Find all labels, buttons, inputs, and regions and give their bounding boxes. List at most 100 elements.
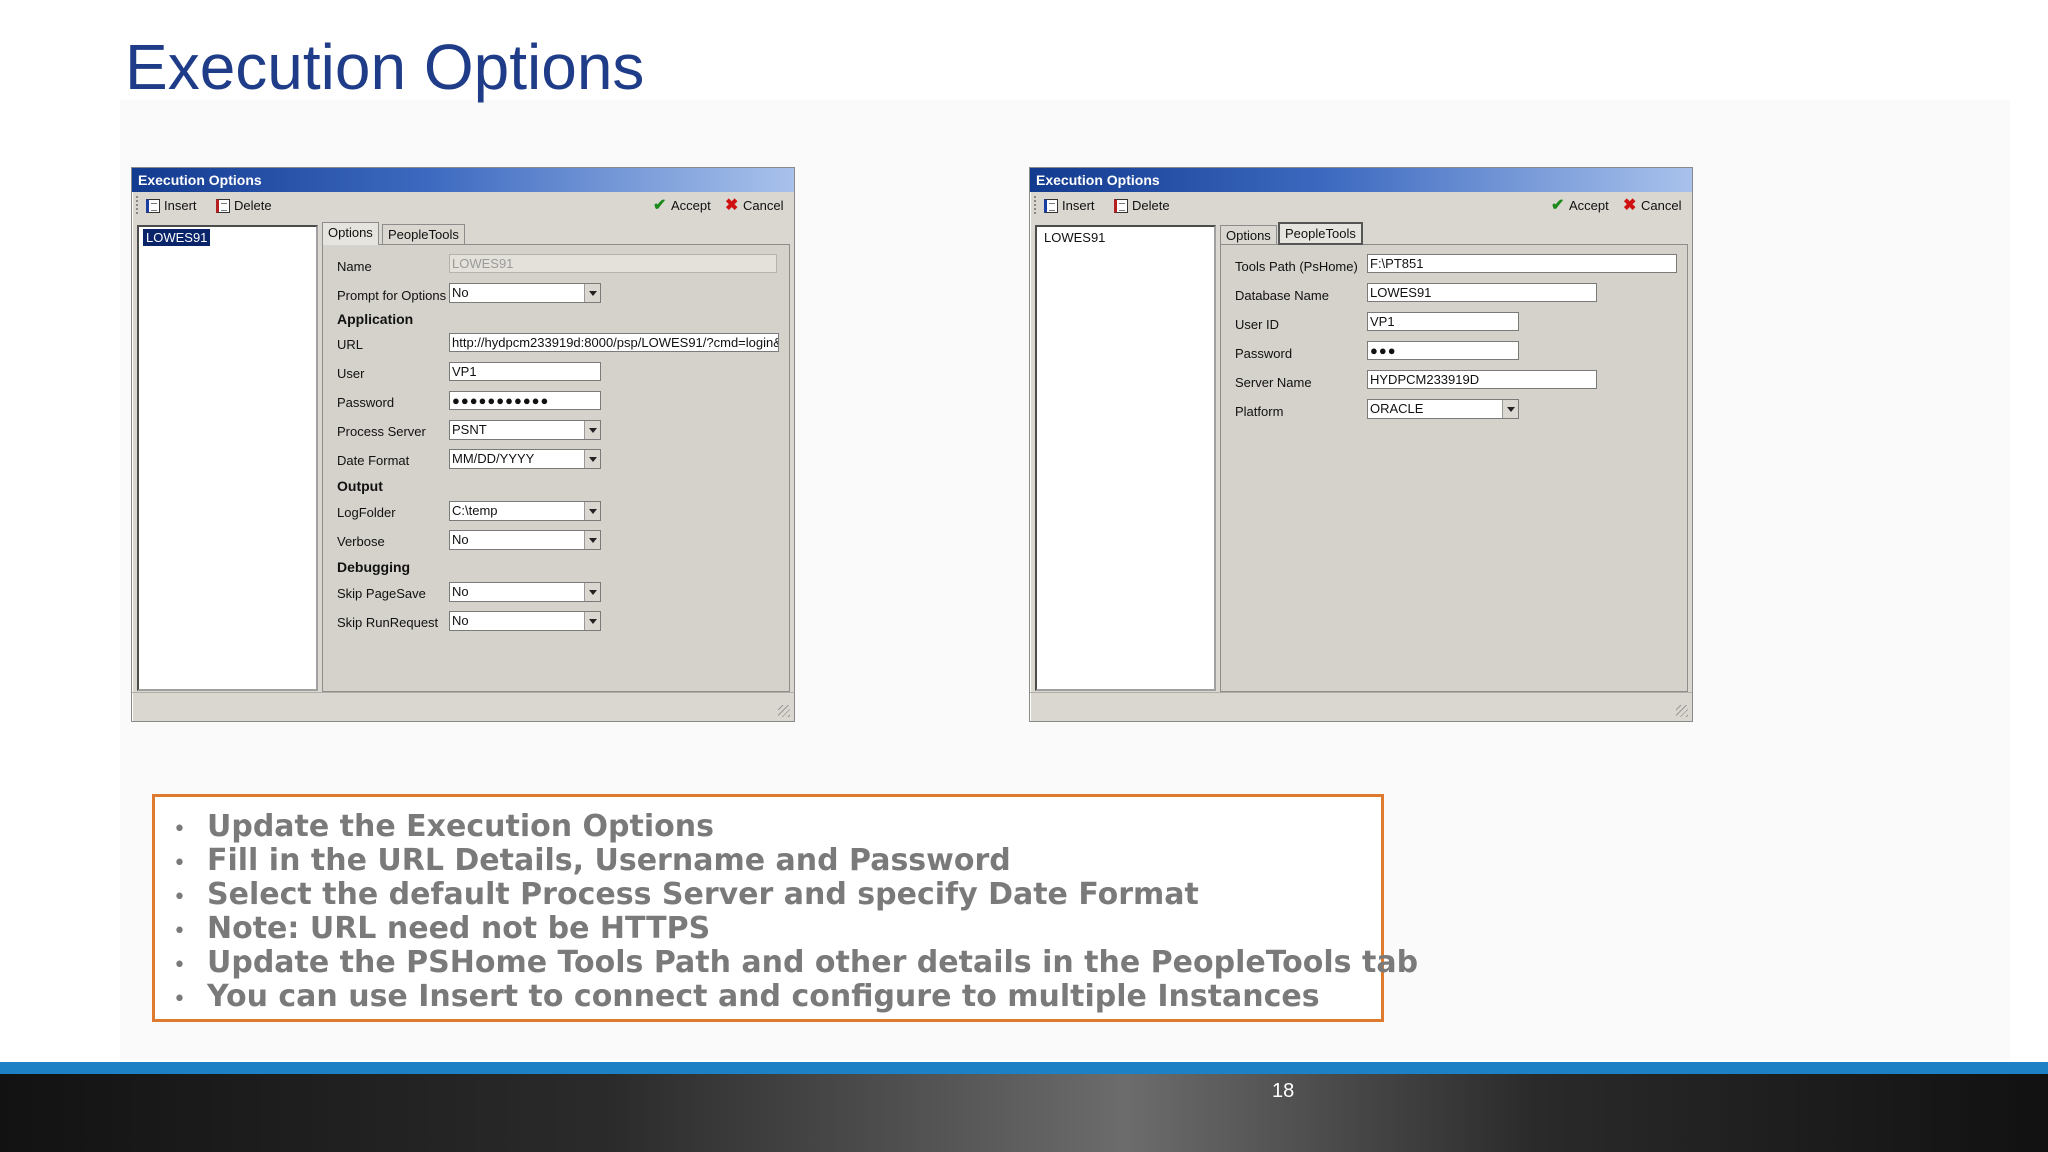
peopletools-tab-panel: Tools Path (PsHome) F:\PT851 Database Na… bbox=[1220, 244, 1688, 692]
bullet-item: • Update the Execution Options bbox=[173, 809, 714, 844]
toolbar: Insert Delete ✔ Accept ✖ Cancel bbox=[132, 192, 794, 220]
chevron-down-icon[interactable] bbox=[584, 612, 600, 630]
skip-pagesave-value: No bbox=[452, 584, 469, 599]
user-id-label: User ID bbox=[1235, 317, 1280, 332]
accept-button[interactable]: ✔ Accept bbox=[653, 197, 711, 213]
bullet-item: • Select the default Process Server and s… bbox=[173, 877, 1199, 912]
instance-list[interactable]: LOWES91 bbox=[137, 225, 318, 691]
process-server-select[interactable]: PSNT bbox=[449, 420, 601, 440]
delete-icon bbox=[1114, 198, 1128, 213]
cancel-button[interactable]: ✖ Cancel bbox=[725, 196, 784, 214]
accept-label: Accept bbox=[671, 198, 711, 213]
server-name-field[interactable]: HYDPCM233919D bbox=[1367, 370, 1597, 389]
password-label: Password bbox=[1235, 346, 1293, 361]
skip-pagesave-label: Skip PageSave bbox=[337, 586, 426, 601]
bullet-text: Update the Execution Options bbox=[207, 809, 714, 844]
list-item[interactable]: LOWES91 bbox=[141, 228, 212, 247]
footer-bar bbox=[0, 1074, 2048, 1152]
bullet-text: Fill in the URL Details, Username and Pa… bbox=[207, 843, 1011, 878]
options-tab-panel: Name LOWES91 Prompt for Options No Appli… bbox=[322, 244, 790, 692]
bullet-item: • You can use Insert to connect and confi… bbox=[173, 979, 1320, 1014]
process-server-label: Process Server bbox=[337, 424, 426, 439]
delete-icon bbox=[216, 198, 230, 213]
cancel-button[interactable]: ✖ Cancel bbox=[1623, 196, 1681, 214]
delete-label: Delete bbox=[1132, 198, 1170, 213]
password-field[interactable]: ●●●●●●●●●●● bbox=[449, 391, 601, 410]
delete-button[interactable]: Delete bbox=[1114, 198, 1170, 213]
database-name-field[interactable]: LOWES91 bbox=[1367, 283, 1597, 302]
skip-pagesave-select[interactable]: No bbox=[449, 582, 601, 602]
insert-label: Insert bbox=[164, 198, 197, 213]
bullet-item: • Update the PSHome Tools Path and other … bbox=[173, 945, 1418, 980]
bullet-text: Select the default Process Server and sp… bbox=[207, 877, 1199, 912]
user-field[interactable]: VP1 bbox=[449, 362, 601, 381]
platform-value: ORACLE bbox=[1370, 401, 1424, 416]
tab-options[interactable]: Options bbox=[1220, 225, 1277, 245]
insert-label: Insert bbox=[1062, 198, 1095, 213]
execution-options-dialog-options-tab: Execution Options Insert Delete ✔ Accept… bbox=[131, 167, 795, 722]
toolbar-grip bbox=[136, 196, 141, 214]
server-name-label: Server Name bbox=[1235, 375, 1312, 390]
prompt-for-options-value: No bbox=[452, 285, 469, 300]
chevron-down-icon[interactable] bbox=[584, 502, 600, 520]
verbose-select[interactable]: No bbox=[449, 530, 601, 550]
chevron-down-icon[interactable] bbox=[584, 531, 600, 549]
name-label: Name bbox=[337, 259, 372, 274]
logfolder-select[interactable]: C:\temp bbox=[449, 501, 601, 521]
execution-options-dialog-peopletools-tab: Execution Options Insert Delete ✔ Accept… bbox=[1029, 167, 1693, 722]
tools-path-label: Tools Path (PsHome) bbox=[1235, 259, 1358, 274]
chevron-down-icon[interactable] bbox=[584, 583, 600, 601]
check-icon: ✔ bbox=[1551, 196, 1565, 214]
accept-button[interactable]: ✔ Accept bbox=[1551, 196, 1609, 214]
debugging-section-header: Debugging bbox=[337, 559, 411, 575]
platform-select[interactable]: ORACLE bbox=[1367, 399, 1519, 419]
bullet-text: Update the PSHome Tools Path and other d… bbox=[207, 945, 1419, 980]
skip-runrequest-select[interactable]: No bbox=[449, 611, 601, 631]
resize-grip-icon[interactable] bbox=[1676, 705, 1688, 717]
output-section-header: Output bbox=[337, 478, 383, 494]
date-format-select[interactable]: MM/DD/YYYY bbox=[449, 449, 601, 469]
bullet-dot-icon: • bbox=[173, 885, 186, 910]
process-server-value: PSNT bbox=[452, 422, 487, 437]
tab-peopletools[interactable]: PeopleTools bbox=[382, 224, 465, 244]
application-section-header: Application bbox=[337, 311, 414, 327]
chevron-down-icon[interactable] bbox=[584, 421, 600, 439]
insert-button[interactable]: Insert bbox=[146, 198, 197, 213]
close-icon: ✖ bbox=[725, 196, 739, 214]
bullet-dot-icon: • bbox=[173, 953, 186, 978]
bullet-dot-icon: • bbox=[173, 851, 186, 876]
skip-runrequest-value: No bbox=[452, 613, 469, 628]
verbose-value: No bbox=[452, 532, 469, 547]
close-icon: ✖ bbox=[1623, 196, 1637, 214]
delete-label: Delete bbox=[234, 198, 272, 213]
bullet-text: Note: URL need not be HTTPS bbox=[207, 911, 711, 946]
bullet-item: • Note: URL need not be HTTPS bbox=[173, 911, 710, 946]
user-label: User bbox=[337, 366, 365, 381]
cancel-label: Cancel bbox=[743, 198, 784, 213]
password-label: Password bbox=[337, 395, 395, 410]
insert-button[interactable]: Insert bbox=[1044, 198, 1095, 213]
user-id-field[interactable]: VP1 bbox=[1367, 312, 1519, 331]
database-name-label: Database Name bbox=[1235, 288, 1329, 303]
tab-options[interactable]: Options bbox=[322, 222, 379, 245]
tab-peopletools[interactable]: PeopleTools bbox=[1278, 222, 1363, 245]
chevron-down-icon[interactable] bbox=[584, 450, 600, 468]
chevron-down-icon[interactable] bbox=[1502, 400, 1518, 418]
insert-icon bbox=[146, 198, 160, 213]
page-number: 18 bbox=[1272, 1080, 1295, 1102]
prompt-for-options-select[interactable]: No bbox=[449, 283, 601, 303]
instance-list[interactable]: LOWES91 bbox=[1035, 225, 1216, 691]
logfolder-value: C:\temp bbox=[452, 503, 498, 518]
insert-icon bbox=[1044, 198, 1058, 213]
list-item[interactable]: LOWES91 bbox=[1041, 229, 1108, 246]
date-format-label: Date Format bbox=[337, 453, 410, 468]
url-field[interactable]: http://hydpcm233919d:8000/psp/LOWES91/?c… bbox=[449, 333, 779, 352]
resize-grip-icon[interactable] bbox=[778, 705, 790, 717]
delete-button[interactable]: Delete bbox=[216, 198, 272, 213]
chevron-down-icon[interactable] bbox=[584, 284, 600, 302]
window-title: Execution Options bbox=[1030, 168, 1692, 192]
toolbar-grip bbox=[1034, 196, 1039, 214]
tools-path-field[interactable]: F:\PT851 bbox=[1367, 254, 1677, 273]
password-field[interactable]: ●●● bbox=[1367, 341, 1519, 360]
logfolder-label: LogFolder bbox=[337, 505, 396, 520]
